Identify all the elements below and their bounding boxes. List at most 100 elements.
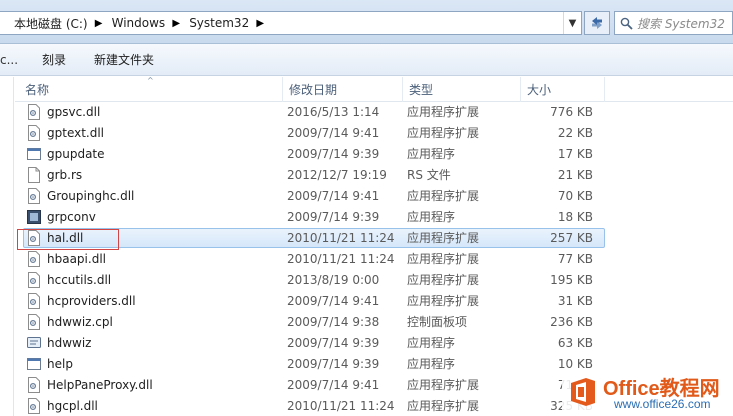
file-name: gptext.dll [47, 126, 105, 140]
file-row[interactable]: grpconv 2009/7/14 9:39 应用程序 18 KB [15, 207, 733, 228]
navigation-pane-edge [0, 77, 14, 416]
file-date: 2009/7/14 9:39 [287, 336, 380, 350]
file-type: 应用程序扩展 [407, 399, 480, 413]
refresh-button[interactable] [584, 11, 610, 35]
file-type: 应用程序扩展 [407, 189, 480, 203]
chevron-right-icon[interactable]: ▶ [169, 18, 183, 29]
column-label: 类型 [409, 83, 434, 97]
file-type: 应用程序扩展 [407, 294, 480, 308]
file-date: 2010/11/21 11:24 [287, 252, 395, 266]
column-label: 名称 [25, 83, 50, 97]
search-icon [615, 17, 637, 30]
file-name: hdwwiz [47, 336, 92, 350]
file-date: 2009/7/14 9:39 [287, 210, 380, 224]
exe-icon [26, 356, 42, 372]
column-header: ^ 名称 修改日期 类型 大小 [15, 77, 733, 102]
file-size: 257 KB [550, 231, 593, 245]
file-row[interactable]: gpupdate 2009/7/14 9:39 应用程序 17 KB [15, 144, 733, 165]
column-size[interactable]: 大小 [521, 77, 605, 102]
file-name: grb.rs [47, 168, 83, 182]
file-type: 应用程序扩展 [407, 126, 480, 140]
column-date-modified[interactable]: 修改日期 [283, 77, 403, 102]
breadcrumb-local-disk[interactable]: 本地磁盘 (C:) ▶ [8, 12, 106, 34]
address-history-dropdown[interactable]: ▼ [563, 12, 581, 34]
dll-icon [26, 104, 42, 120]
exe-icon [26, 209, 42, 225]
file-date: 2009/7/14 9:41 [287, 189, 380, 203]
file-date: 2016/5/13 1:14 [287, 105, 380, 119]
exe-icon [26, 335, 42, 351]
new-folder-button[interactable]: 新建文件夹 [80, 48, 168, 72]
file-name: hdwwiz.cpl [47, 315, 113, 329]
file-row[interactable]: Groupinghc.dll 2009/7/14 9:41 应用程序扩展 70 … [15, 186, 733, 207]
breadcrumb-label: System32 [189, 16, 250, 30]
file-row[interactable]: hbaapi.dll 2010/11/21 11:24 应用程序扩展 77 KB [15, 249, 733, 270]
chevron-down-icon: ▼ [568, 17, 577, 29]
breadcrumb-windows[interactable]: Windows ▶ [106, 12, 184, 34]
file-name: hcproviders.dll [47, 294, 136, 308]
breadcrumb-label: Windows [111, 16, 166, 30]
organize-button-fragment[interactable]: c... [0, 44, 18, 75]
chevron-right-icon[interactable]: ▶ [92, 18, 106, 29]
dll-icon [26, 125, 42, 141]
watermark-url: www.office26.com [614, 397, 711, 411]
column-name[interactable]: 名称 [19, 77, 283, 102]
file-date: 2009/7/14 9:41 [287, 294, 380, 308]
file-row[interactable]: grb.rs 2012/12/7 19:19 RS 文件 21 KB [15, 165, 733, 186]
column-label: 修改日期 [289, 83, 338, 97]
file-row[interactable]: gpsvc.dll 2016/5/13 1:14 应用程序扩展 776 KB [15, 102, 733, 123]
file-type: 应用程序扩展 [407, 231, 480, 245]
burn-button[interactable]: 刻录 [28, 48, 80, 72]
file-size: 776 KB [550, 105, 593, 119]
file-date: 2009/7/14 9:39 [287, 357, 380, 371]
file-type: 应用程序 [407, 210, 456, 224]
breadcrumb-label: 本地磁盘 (C:) [14, 16, 88, 31]
file-type: 应用程序 [407, 357, 456, 371]
office-logo-icon [571, 378, 595, 406]
file-type: 应用程序扩展 [407, 105, 480, 119]
file-size: 31 KB [557, 294, 593, 308]
command-bar: c... 刻录 新建文件夹 [0, 44, 733, 76]
file-row[interactable]: hccutils.dll 2013/8/19 0:00 应用程序扩展 195 K… [15, 270, 733, 291]
file-size: 22 KB [557, 126, 593, 140]
file-type: 应用程序扩展 [407, 378, 480, 392]
file-date: 2009/7/14 9:39 [287, 147, 380, 161]
file-row-selected[interactable]: hal.dll 2010/11/21 11:24 应用程序扩展 257 KB [15, 228, 733, 249]
chevron-right-icon[interactable]: ▶ [253, 18, 267, 29]
file-date: 2013/8/19 0:00 [287, 273, 380, 287]
file-name: grpconv [47, 210, 96, 224]
dll-icon [26, 293, 42, 309]
file-type: 应用程序 [407, 147, 456, 161]
file-name: hgcpl.dll [47, 399, 98, 413]
dll-icon [26, 272, 42, 288]
file-row[interactable]: hcproviders.dll 2009/7/14 9:41 应用程序扩展 31… [15, 291, 733, 312]
file-row[interactable]: gptext.dll 2009/7/14 9:41 应用程序扩展 22 KB [15, 123, 733, 144]
file-name: hbaapi.dll [47, 252, 106, 266]
breadcrumb-system32[interactable]: System32 ▶ [183, 12, 267, 34]
address-bar[interactable]: 本地磁盘 (C:) ▶ Windows ▶ System32 ▶ ▼ [0, 11, 582, 35]
refresh-icon [592, 17, 602, 29]
file-name: gpupdate [47, 147, 105, 161]
search-box[interactable]: 搜索 System32 [614, 11, 733, 35]
annotation-highlight-box [17, 229, 119, 250]
file-name: Groupinghc.dll [47, 189, 135, 203]
file-type: 控制面板项 [407, 315, 468, 329]
file-size: 236 KB [550, 315, 593, 329]
file-date: 2012/12/7 19:19 [287, 168, 387, 182]
watermark: Office教程网 www.office26.com [562, 369, 733, 416]
address-bar-area: 本地磁盘 (C:) ▶ Windows ▶ System32 ▶ ▼ 搜索 Sy… [0, 0, 733, 44]
file-name: HelpPaneProxy.dll [47, 378, 153, 392]
dll-icon [26, 377, 42, 393]
column-label: 大小 [527, 83, 552, 97]
exe-icon [26, 146, 42, 162]
file-date: 2010/11/21 11:24 [287, 399, 395, 413]
file-row[interactable]: hdwwiz 2009/7/14 9:39 应用程序 63 KB [15, 333, 733, 354]
dll-icon [26, 398, 42, 414]
file-type: RS 文件 [407, 168, 451, 182]
dll-icon [26, 188, 42, 204]
dll-icon [26, 251, 42, 267]
file-date: 2009/7/14 9:38 [287, 315, 380, 329]
column-type[interactable]: 类型 [403, 77, 521, 102]
file-row[interactable]: hdwwiz.cpl 2009/7/14 9:38 控制面板项 236 KB [15, 312, 733, 333]
file-name: hccutils.dll [47, 273, 112, 287]
